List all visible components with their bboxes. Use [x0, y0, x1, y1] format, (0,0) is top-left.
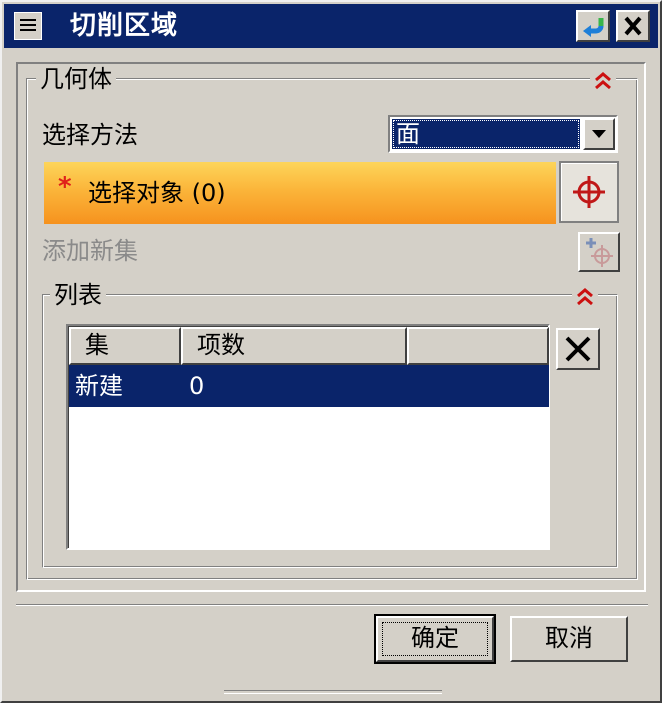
crosshair-icon — [573, 176, 605, 208]
add-set-icon — [586, 238, 613, 267]
table-header: 集 项数 — [69, 327, 549, 365]
delete-set-button[interactable] — [556, 328, 600, 370]
title-bar[interactable]: 切削区域 — [4, 4, 658, 48]
close-button[interactable] — [616, 10, 650, 42]
select-object-label: 选择对象 (0) — [88, 179, 226, 207]
row-set-cell: 新建 — [75, 372, 123, 400]
system-menu-icon[interactable] — [14, 12, 42, 40]
list-group-title: 列表 — [50, 280, 106, 310]
dropdown-arrow-button[interactable] — [583, 118, 615, 150]
set-list-table[interactable]: 集 项数 新建 0 — [66, 324, 550, 550]
column-header-empty[interactable] — [407, 327, 549, 365]
column-header-count[interactable]: 项数 — [181, 327, 407, 365]
cancel-button[interactable]: 取消 — [510, 616, 628, 662]
select-method-value: 面 — [392, 119, 580, 149]
select-method-dropdown[interactable]: 面 — [388, 115, 618, 153]
reset-button[interactable] — [576, 10, 610, 42]
double-chevron-up-icon — [577, 288, 593, 306]
footer-separator — [16, 604, 648, 606]
add-new-set-button[interactable] — [578, 232, 620, 272]
list-collapse-button[interactable] — [572, 286, 598, 308]
select-method-label: 选择方法 — [42, 121, 138, 149]
select-object-row[interactable]: * 选择对象 (0) — [44, 162, 556, 224]
chevron-down-icon — [592, 130, 606, 138]
add-new-set-label: 添加新集 — [42, 237, 138, 265]
cut-area-dialog: 切削区域 几何体 选择方法 面 * 选择对象 (0) 添加新集 列表 集 项数 … — [0, 0, 662, 703]
double-chevron-up-icon — [595, 72, 611, 90]
ok-button[interactable]: 确定 — [374, 614, 496, 664]
select-object-button[interactable] — [559, 161, 619, 223]
dialog-title: 切削区域 — [70, 11, 179, 41]
delete-x-icon — [565, 336, 591, 362]
asterisk-icon: * — [58, 172, 72, 202]
geometry-group-title: 几何体 — [36, 64, 116, 94]
geometry-collapse-button[interactable] — [590, 70, 616, 92]
column-header-set[interactable]: 集 — [69, 327, 181, 365]
reset-arrow-icon — [583, 18, 604, 37]
row-count-cell: 0 — [189, 372, 205, 400]
close-icon — [624, 16, 642, 36]
resize-grip[interactable] — [224, 690, 442, 694]
table-row[interactable]: 新建 0 — [69, 365, 549, 407]
